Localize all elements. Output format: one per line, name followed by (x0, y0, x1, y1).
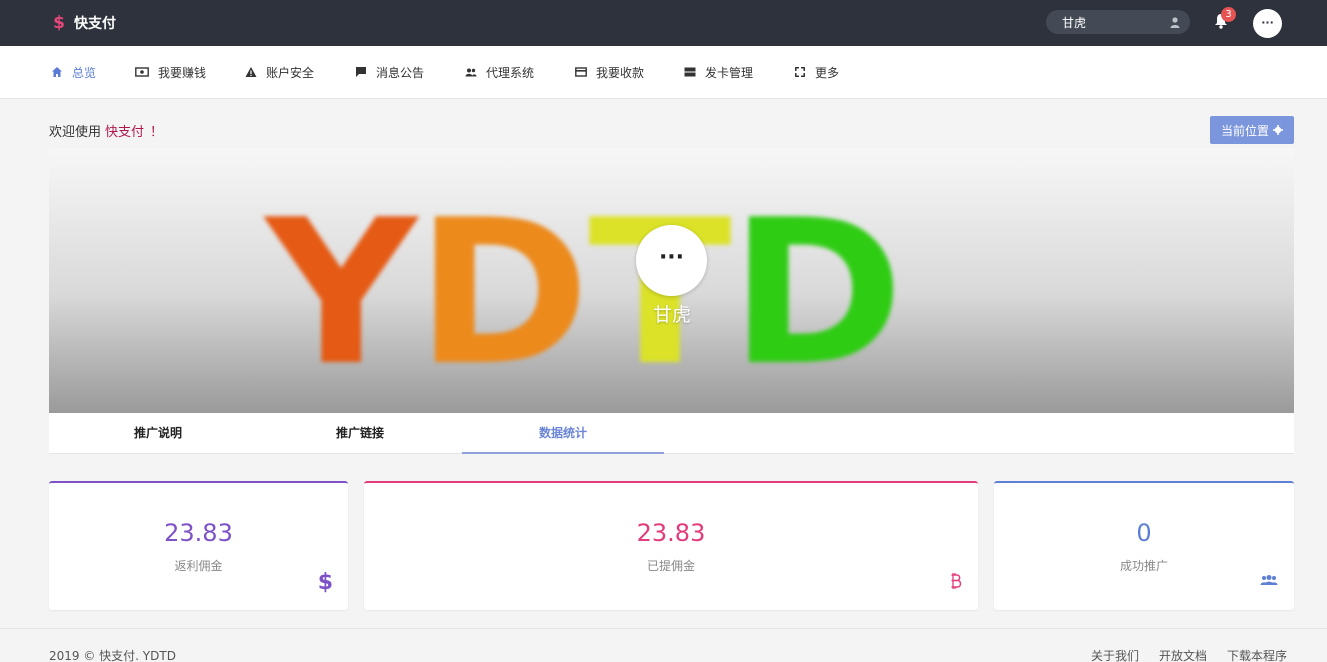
nav-item-messages[interactable]: 消息公告 (355, 46, 424, 98)
banner-logo: Y D T D (265, 177, 906, 410)
nav-item-security[interactable]: 账户安全 (245, 46, 314, 98)
footer-link-download[interactable]: 下载本程序 (1227, 647, 1287, 662)
nav-item-label: 代理系统 (486, 65, 535, 80)
stat-label: 已提佣金 (646, 559, 695, 573)
tab-promotion-info[interactable]: 推广说明 (57, 413, 259, 454)
promotion-tabs: 推广说明 推广链接 数据统计 (49, 413, 1294, 454)
expand-icon (795, 67, 805, 77)
nav-item-label: 账户安全 (266, 65, 315, 80)
stat-card-withdrawn: 23.83 已提佣金 (364, 481, 978, 610)
profile-banner: Y D T D ··· 甘虎 (49, 148, 1294, 413)
footer-links: 关于我们 开放文档 下载本程序 (1091, 647, 1287, 662)
welcome-brand: 快支付 (105, 125, 145, 140)
nav-item-label: 更多 (815, 65, 840, 80)
nav-item-label: 消息公告 (376, 65, 425, 80)
users-icon (465, 68, 477, 77)
current-location-button[interactable]: 当前位置 (1210, 116, 1294, 144)
profile-avatar[interactable]: ··· (636, 225, 707, 296)
nav-item-label: 总览 (72, 65, 97, 80)
main-nav: 总览 我要赚钱 账户安全 消息公告 代理系统 我要收款 发卡管理 更多 (0, 46, 1327, 99)
message-icon (356, 67, 366, 77)
stat-card-rebate: 23.83 返利佣金 $ (49, 481, 348, 610)
home-icon (52, 67, 62, 77)
welcome-prefix: 欢迎使用 (49, 125, 102, 140)
user-search-box[interactable]: 甘虎 (1046, 10, 1190, 34)
gear-icon (1273, 125, 1283, 135)
card-icon (575, 67, 587, 77)
user-icon (1170, 16, 1180, 28)
copyright: 2019 © 快支付. YDTD (49, 649, 176, 662)
banner-letter: D (415, 177, 597, 410)
server-icon (684, 67, 696, 77)
footer-link-docs[interactable]: 开放文档 (1159, 647, 1207, 662)
dollar-icon: $ (317, 570, 333, 595)
nav-item-label: 我要赚钱 (158, 65, 207, 80)
nav-item-overview[interactable]: 总览 (51, 46, 96, 98)
dollar-logo-icon: $ (53, 13, 65, 33)
location-button-label: 当前位置 (1220, 123, 1269, 138)
profile-name: 甘虎 (652, 304, 691, 326)
stat-label: 成功推广 (1119, 559, 1168, 573)
tab-promotion-link[interactable]: 推广链接 (259, 413, 461, 454)
nav-item-label: 发卡管理 (705, 65, 754, 80)
stat-value: 23.83 (636, 519, 706, 547)
users-icon (1260, 574, 1278, 590)
footer: 2019 © 快支付. YDTD 关于我们 开放文档 下载本程序 (0, 628, 1327, 662)
nav-item-more[interactable]: 更多 (794, 46, 839, 98)
notification-badge: 3 (1221, 7, 1236, 22)
money-icon (135, 67, 149, 77)
tab-statistics[interactable]: 数据统计 (462, 413, 664, 454)
stat-value: 0 (1136, 519, 1152, 547)
stat-value: 23.83 (164, 519, 233, 547)
banner-letter: D (729, 177, 911, 410)
nav-item-earn[interactable]: 我要赚钱 (135, 46, 206, 98)
user-name: 甘虎 (1062, 15, 1087, 30)
stat-label: 返利佣金 (174, 559, 223, 573)
nav-item-agent[interactable]: 代理系统 (465, 46, 534, 98)
brand-name: 快支付 (74, 16, 116, 32)
banner-letter: Y (265, 177, 424, 410)
welcome-suffix: ！ (150, 125, 164, 140)
nav-item-label: 我要收款 (596, 65, 645, 80)
warning-icon (245, 67, 257, 77)
bitcoin-icon (950, 572, 962, 594)
nav-item-cards[interactable]: 发卡管理 (684, 46, 753, 98)
brand[interactable]: $ 快支付 (52, 12, 116, 34)
avatar[interactable]: ··· (1253, 9, 1282, 38)
nav-item-receive[interactable]: 我要收款 (575, 46, 644, 98)
welcome-text: 欢迎使用 快支付 ！ (49, 121, 163, 140)
top-bar: $ 快支付 甘虎 3 ··· (0, 0, 1327, 46)
stat-card-referrals: 0 成功推广 (994, 481, 1294, 610)
footer-link-about[interactable]: 关于我们 (1091, 647, 1139, 662)
